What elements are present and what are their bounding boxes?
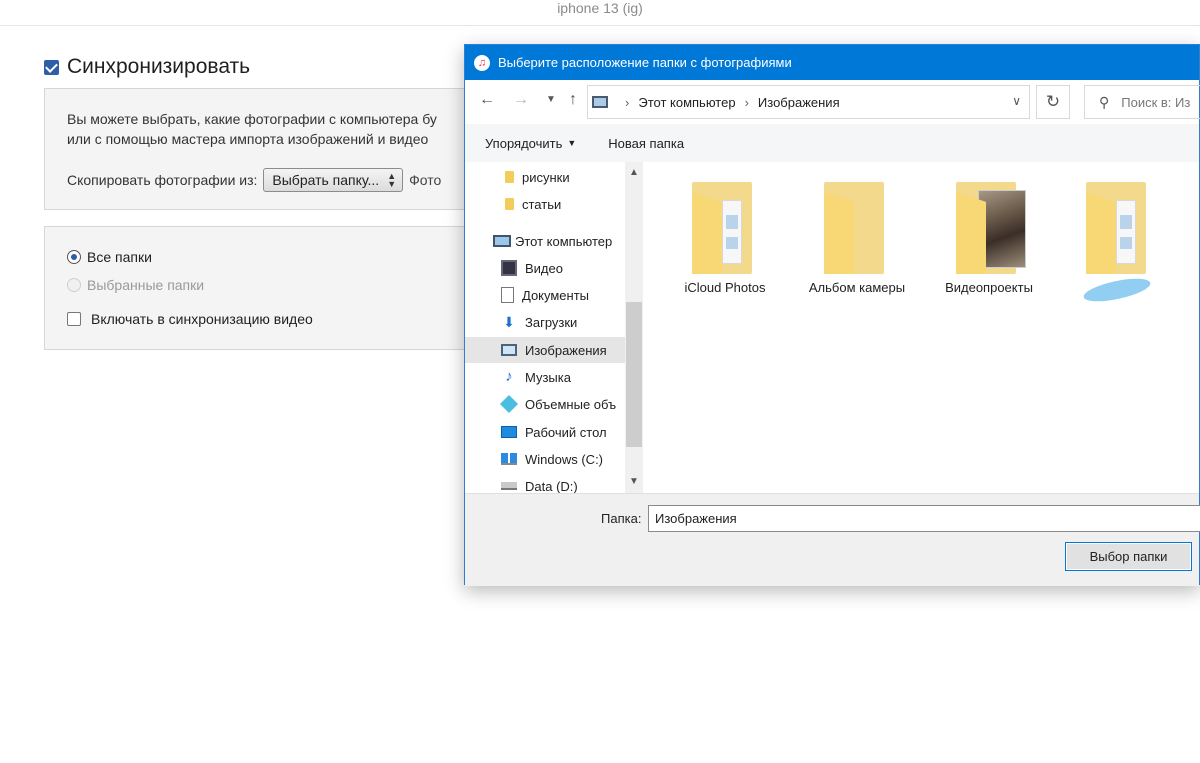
dialog-footer: Папка: Изображения Выбор папки [465, 493, 1200, 586]
itunes-icon: ♫ [474, 54, 490, 71]
recent-chevron-down-icon[interactable]: ▼ [541, 90, 561, 110]
copy-from-select[interactable]: Выбрать папку... ▲ ▼ [263, 168, 404, 192]
3d-objects-icon [499, 394, 519, 414]
nav-item-this-pc[interactable]: Этот компьютер [465, 228, 625, 254]
search-input[interactable]: ⚲ Поиск в: Из [1084, 85, 1200, 119]
folder-picker-dialog: ♫ Выберите расположение папки с фотограф… [464, 44, 1200, 586]
sync-description: Вы можете выбрать, какие фотографии с ко… [67, 111, 437, 147]
nav-item-documents[interactable]: Документы [465, 282, 625, 308]
video-icon [501, 260, 517, 276]
folder-icon [692, 182, 758, 274]
nav-item-data-d[interactable]: Data (D:) [465, 473, 625, 493]
windows-drive-icon [501, 453, 517, 465]
nav-item-downloads[interactable]: ⬇ Загрузки [465, 309, 625, 335]
new-folder-button[interactable]: Новая папка [608, 136, 684, 151]
folder-icon [824, 182, 890, 274]
dialog-titlebar[interactable]: ♫ Выберите расположение папки с фотограф… [465, 45, 1199, 80]
file-item-camera-roll[interactable]: Альбом камеры [797, 182, 917, 295]
folder-name-input[interactable]: Изображения [648, 505, 1200, 532]
dialog-toolbar: Упорядочить ▼ Новая папка [465, 124, 1199, 162]
file-item-icloud-photos[interactable]: iCloud Photos [665, 182, 785, 295]
photo-folder-icon [956, 182, 1026, 274]
file-item-video-projects[interactable]: Видеопроекты [929, 182, 1049, 295]
address-dropdown-chevron-icon[interactable]: ∨ [1012, 94, 1021, 108]
folder-icon [505, 171, 514, 183]
nav-pane-scrollbar[interactable]: ▲ ▼ [625, 162, 643, 493]
select-folder-button[interactable]: Выбор папки [1065, 542, 1192, 571]
pictures-icon [501, 344, 517, 356]
scrollbar-thumb[interactable] [626, 302, 642, 447]
nav-item-music[interactable]: ♪ Музыка [465, 364, 625, 390]
search-icon: ⚲ [1099, 93, 1110, 110]
refresh-button[interactable]: ↻ [1036, 85, 1070, 119]
forward-arrow-icon[interactable]: → [511, 90, 531, 110]
scroll-up-icon[interactable]: ▲ [625, 164, 643, 182]
copy-from-row: Скопировать фотографии из: Выбрать папку… [67, 168, 441, 192]
sync-checkbox[interactable] [44, 59, 59, 75]
documents-icon [501, 287, 514, 303]
nav-item-desktop[interactable]: Рабочий стол [465, 419, 625, 445]
dialog-title: Выберите расположение папки с фотография… [498, 55, 792, 70]
desktop-icon [501, 426, 517, 438]
breadcrumb-pictures[interactable]: Изображения [758, 95, 840, 110]
navigation-pane: рисунки статьи Этот компьютер Видео Доку… [465, 162, 643, 493]
caret-down-icon: ▼ [567, 138, 577, 148]
refresh-icon: ↻ [1045, 92, 1061, 111]
drive-icon [501, 482, 517, 490]
up-arrow-icon[interactable]: ↑ [563, 90, 583, 110]
all-folders-radio[interactable] [67, 250, 81, 264]
breadcrumb-this-pc[interactable]: Этот компьютер [638, 95, 735, 110]
nav-item-videos[interactable]: Видео [465, 255, 625, 281]
sync-options-panel: Все папки Выбранные папки Включать в син… [44, 226, 474, 350]
include-video-option[interactable]: Включать в синхронизацию видео [67, 311, 313, 327]
file-list: iCloud Photos Альбом камеры Видеопроекты [643, 162, 1199, 493]
select-arrows-icon: ▲ ▼ [387, 171, 397, 189]
folder-field-label: Папка: [601, 511, 642, 526]
scroll-down-icon[interactable]: ▼ [625, 473, 643, 491]
nav-item-articles[interactable]: статьи [465, 191, 625, 217]
copy-from-label: Скопировать фотографии из: [67, 172, 258, 188]
computer-icon [592, 96, 608, 108]
chevron-right-icon[interactable]: › [745, 95, 749, 110]
include-video-checkbox[interactable] [67, 312, 81, 326]
all-folders-option[interactable]: Все папки [67, 249, 152, 265]
music-icon: ♪ [505, 368, 513, 385]
sync-source-panel: Вы можете выбрать, какие фотографии с ко… [44, 88, 474, 210]
search-placeholder: Поиск в: Из [1121, 94, 1191, 110]
sync-photos-header: Синхронизировать [44, 55, 250, 79]
device-title: iphone 13 (ig) [0, 0, 1200, 26]
chevron-right-icon[interactable]: › [625, 95, 629, 110]
organize-menu[interactable]: Упорядочить ▼ [485, 136, 576, 151]
address-row: ← → ▼ ↑ › Этот компьютер › Изображения ∨… [465, 80, 1200, 124]
folder-icon [1086, 182, 1152, 274]
nav-item-windows-c[interactable]: Windows (C:) [465, 446, 625, 472]
back-arrow-icon[interactable]: ← [477, 90, 497, 110]
computer-icon [493, 235, 511, 247]
nav-item-3d-objects[interactable]: Объемные объ [465, 391, 625, 417]
file-item-hidden-name[interactable] [1059, 182, 1179, 280]
address-bar[interactable]: › Этот компьютер › Изображения ∨ [587, 85, 1030, 119]
downloads-icon: ⬇ [503, 314, 515, 330]
nav-item-drawings[interactable]: рисунки [465, 164, 625, 190]
folder-icon [505, 198, 514, 210]
selected-folders-option: Выбранные папки [67, 277, 204, 293]
copy-from-tail: Фото [409, 172, 442, 188]
nav-item-pictures[interactable]: Изображения [465, 337, 625, 363]
selected-folders-radio [67, 278, 81, 292]
sync-label: Синхронизировать [67, 55, 251, 78]
